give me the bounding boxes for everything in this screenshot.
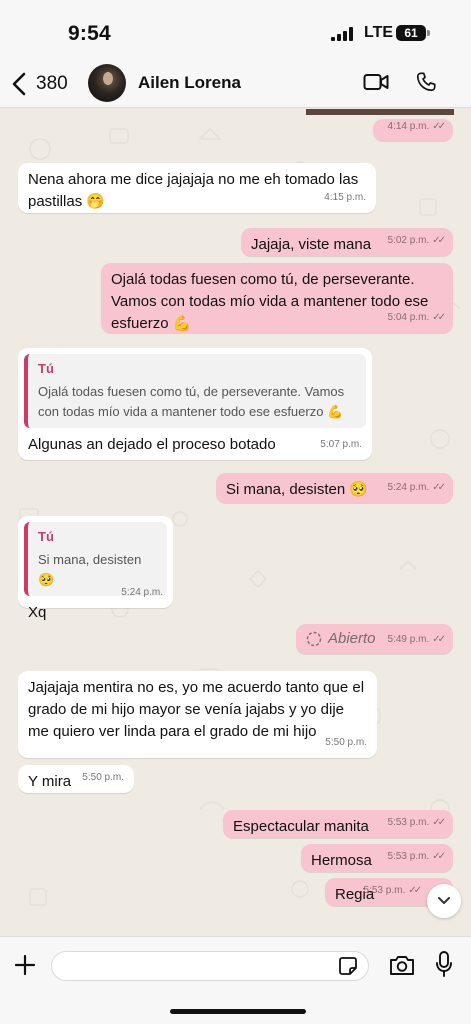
message-text: Algunas an dejado el proceso botado	[28, 436, 276, 453]
message-time: 5:04 p.m.	[387, 312, 430, 323]
view-once-label: Abierto	[328, 630, 376, 647]
battery-tip	[427, 30, 430, 36]
message-input[interactable]	[51, 951, 369, 981]
message-time: 5:24 p.m.	[387, 482, 430, 493]
microphone-icon[interactable]	[435, 950, 453, 978]
message-time: 5:24 p.m.	[121, 587, 163, 598]
message-text: Jajajaja mentira no es, yo me acuerdo ta…	[28, 679, 365, 740]
double-check-icon: ✓✓	[432, 312, 446, 323]
message-text: Xq	[28, 604, 47, 621]
message-time: 5:50 p.m.	[82, 772, 124, 783]
home-indicator	[170, 1009, 306, 1014]
battery-icon: 61	[396, 25, 426, 41]
unread-count: 380	[36, 73, 68, 94]
double-check-icon: ✓✓	[408, 885, 422, 896]
message-bubble[interactable]: Jajaja, viste mana 5:02 p.m. ✓✓	[241, 228, 453, 256]
message-bubble[interactable]: Espectacular manita 5:53 p.m. ✓✓	[223, 810, 453, 838]
message-time: 4:15 p.m.	[324, 192, 366, 203]
message-text: Nena ahora me dice jajajaja no me eh tom…	[28, 171, 359, 210]
scroll-to-bottom-button[interactable]	[427, 884, 461, 918]
message-bubble[interactable]: Tú Ojalá todas fuesen como tú, de persev…	[18, 348, 372, 460]
message-bubble[interactable]: Nena ahora me dice jajajaja no me eh tom…	[18, 163, 376, 213]
message-time: 5:49 p.m.	[387, 634, 430, 645]
message-bubble[interactable]: Y mira 5:50 p.m.	[18, 765, 134, 793]
message-bubble[interactable]: Tú Si mana, desisten 🥺 Xq 5:24 p.m.	[18, 516, 173, 621]
view-once-bubble[interactable]: Abierto 5:49 p.m. ✓✓	[296, 624, 453, 654]
status-time: 9:54	[68, 22, 111, 45]
message-bubble[interactable]: Si mana, desisten 🥺 5:24 p.m. ✓✓	[216, 473, 453, 503]
message-time: 5:53 p.m.	[387, 851, 430, 862]
chevron-left-icon	[12, 72, 26, 96]
sticker-icon[interactable]	[338, 956, 358, 976]
chat-area[interactable]: 4:14 p.m. ✓✓ Nena ahora me dice jajajaja …	[0, 109, 471, 936]
quote-text: Ojalá todas fuesen como tú, de persevera…	[38, 384, 345, 419]
message-bubble[interactable]: 4:14 p.m. ✓✓	[373, 119, 453, 141]
double-check-icon: ✓✓	[432, 817, 446, 828]
double-check-icon: ✓✓	[432, 851, 446, 862]
message-bubble[interactable]: Jajajaja mentira no es, yo me acuerdo ta…	[18, 671, 377, 758]
double-check-icon: ✓✓	[432, 121, 446, 132]
message-time: 5:07 p.m.	[320, 439, 362, 450]
back-button[interactable]: 380	[10, 68, 68, 100]
message-time: 5:53 p.m.	[363, 885, 406, 896]
message-time: 5:02 p.m.	[387, 235, 430, 246]
message-bubble[interactable]: Ojalá todas fuesen como tú, de persevera…	[101, 263, 453, 333]
quote-author: Tú	[38, 361, 54, 376]
network-label: LTE	[364, 24, 394, 41]
signal-icon	[331, 27, 357, 41]
message-bubble[interactable]: Hermosa 5:53 p.m. ✓✓	[301, 844, 453, 872]
plus-icon[interactable]	[14, 954, 36, 976]
quote-author: Tú	[38, 529, 54, 544]
top-bar: 9:54 LTE 61 380 Ailen Lorena	[0, 0, 471, 108]
message-time: 4:14 p.m.	[387, 121, 430, 132]
video-icon[interactable]	[363, 72, 389, 92]
message-time: 5:53 p.m.	[387, 817, 430, 828]
message-time: 5:50 p.m.	[325, 737, 367, 748]
view-once-icon	[306, 631, 322, 647]
contact-name[interactable]: Ailen Lorena	[138, 73, 241, 93]
image-thumbnail[interactable]	[306, 109, 454, 115]
camera-icon[interactable]	[389, 954, 415, 976]
chevron-down-icon	[438, 897, 450, 904]
double-check-icon: ✓✓	[432, 235, 446, 246]
quoted-message[interactable]: Tú Ojalá todas fuesen como tú, de persev…	[24, 354, 366, 428]
phone-icon[interactable]	[415, 70, 437, 94]
double-check-icon: ✓✓	[432, 482, 446, 493]
avatar[interactable]	[88, 64, 126, 102]
double-check-icon: ✓✓	[432, 634, 446, 645]
